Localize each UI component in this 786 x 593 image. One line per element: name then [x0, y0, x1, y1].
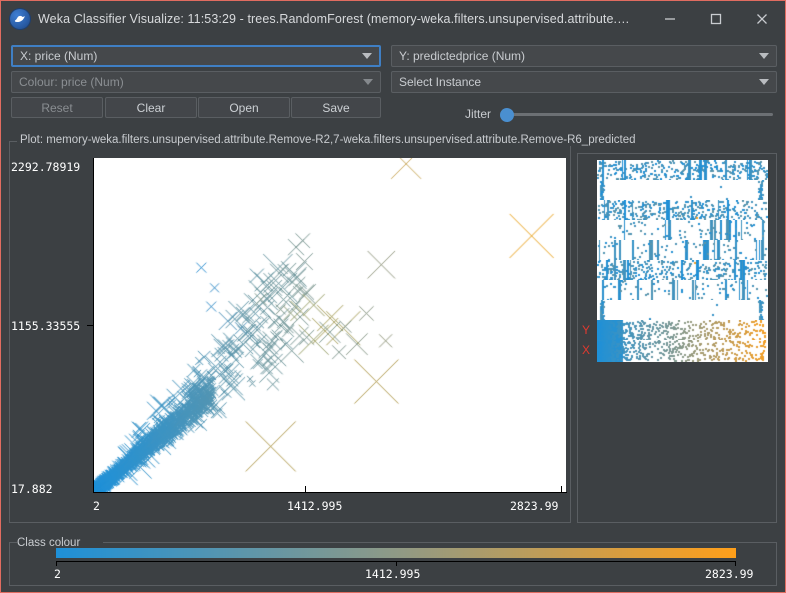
scatter-points-layer: [94, 158, 566, 492]
x-axis-strip-marker: X: [582, 343, 591, 357]
minimize-button[interactable]: [647, 1, 693, 36]
bird-glyph: [14, 15, 25, 22]
chevron-down-icon: [759, 79, 769, 85]
attribute-strip-canvas: [597, 280, 768, 302]
scatter-plot-canvas[interactable]: [94, 158, 566, 492]
attribute-strips-panel[interactable]: YX: [577, 153, 777, 523]
jitter-slider-track[interactable]: [501, 113, 773, 116]
y-axis-select-value: Y: predictedprice (Num): [399, 49, 526, 63]
x-axis-select-value: X: price (Num): [20, 49, 98, 63]
save-button[interactable]: Save: [291, 97, 381, 118]
attribute-strip[interactable]: [597, 240, 768, 262]
jitter-label: Jitter: [465, 107, 492, 121]
attribute-strip[interactable]: [597, 180, 768, 202]
weka-visualize-window: Weka Classifier Visualize: 11:53:29 - tr…: [0, 0, 786, 593]
chevron-down-icon: [362, 53, 372, 59]
plot-group-border-left: [9, 141, 17, 142]
class-label-min: 2: [54, 567, 61, 581]
y-axis-select[interactable]: Y: predictedprice (Num): [391, 45, 777, 67]
y-axis-label-mid: 1155.33555: [11, 319, 81, 333]
class-label-mid: 1412.995: [365, 567, 421, 581]
chevron-down-icon: [759, 53, 769, 59]
class-group-border-right: [103, 542, 777, 543]
window-title: Weka Classifier Visualize: 11:53:29 - tr…: [38, 11, 638, 26]
class-tick-max: [735, 561, 736, 566]
y-axis-label-min: 17.882: [11, 482, 53, 496]
attribute-strip[interactable]: [597, 340, 768, 362]
class-colour-gradient: [56, 548, 736, 558]
x-axis-label-mid: 1412.995: [287, 499, 343, 513]
x-axis-tick-max: [561, 486, 562, 492]
class-tick-min: [56, 561, 57, 566]
attribute-strip-canvas: [597, 180, 768, 202]
attribute-strip-canvas: [597, 160, 768, 182]
weka-bird-icon: [10, 8, 30, 29]
x-axis-tick-mid: [305, 486, 306, 492]
close-button[interactable]: [739, 1, 785, 36]
attribute-strip-canvas: [597, 320, 768, 342]
y-axis-strip-marker: Y: [582, 323, 591, 337]
instance-select[interactable]: Select Instance: [391, 71, 777, 93]
attribute-strip[interactable]: [597, 220, 768, 242]
chevron-down-icon: [363, 79, 373, 85]
class-tick-mid: [396, 561, 397, 566]
attribute-strip[interactable]: [597, 280, 768, 302]
x-axis-label-min: 2: [93, 499, 100, 513]
close-icon: [757, 13, 767, 24]
x-axis-line: [93, 492, 567, 493]
x-axis-select[interactable]: X: price (Num): [11, 45, 381, 67]
class-group-border-left: [9, 542, 17, 543]
attribute-strip-canvas: [597, 340, 768, 362]
attribute-strip[interactable]: [597, 260, 768, 282]
attribute-strip-canvas: [597, 240, 768, 262]
minimize-icon: [665, 17, 675, 20]
attribute-strip[interactable]: [597, 200, 768, 222]
class-label-max: 2823.99: [705, 567, 754, 581]
attribute-strip-canvas: [597, 260, 768, 282]
attribute-strip[interactable]: [597, 160, 768, 182]
colour-select-value: Colour: price (Num): [19, 75, 124, 89]
attribute-strip-canvas: [597, 220, 768, 242]
attribute-strip-canvas: [597, 300, 768, 322]
jitter-slider-thumb[interactable]: [500, 108, 514, 122]
colour-select[interactable]: Colour: price (Num): [11, 71, 381, 93]
maximize-button[interactable]: [693, 1, 739, 36]
y-axis-line: [93, 158, 94, 492]
y-axis-label-max: 2292.78919: [11, 160, 81, 174]
reset-button[interactable]: Reset: [11, 97, 103, 118]
y-axis-tick-mid: [87, 325, 93, 326]
attribute-strip-canvas: [597, 200, 768, 222]
instance-select-value: Select Instance: [399, 75, 482, 89]
open-button[interactable]: Open: [198, 97, 290, 118]
clear-button[interactable]: Clear: [105, 97, 197, 118]
attribute-strip[interactable]: [597, 300, 768, 322]
attribute-strip[interactable]: [597, 320, 768, 342]
maximize-icon: [710, 13, 722, 24]
plot-title-label: Plot: memory-weka.filters.unsupervised.a…: [17, 134, 639, 146]
x-axis-label-max: 2823.99: [510, 499, 559, 513]
